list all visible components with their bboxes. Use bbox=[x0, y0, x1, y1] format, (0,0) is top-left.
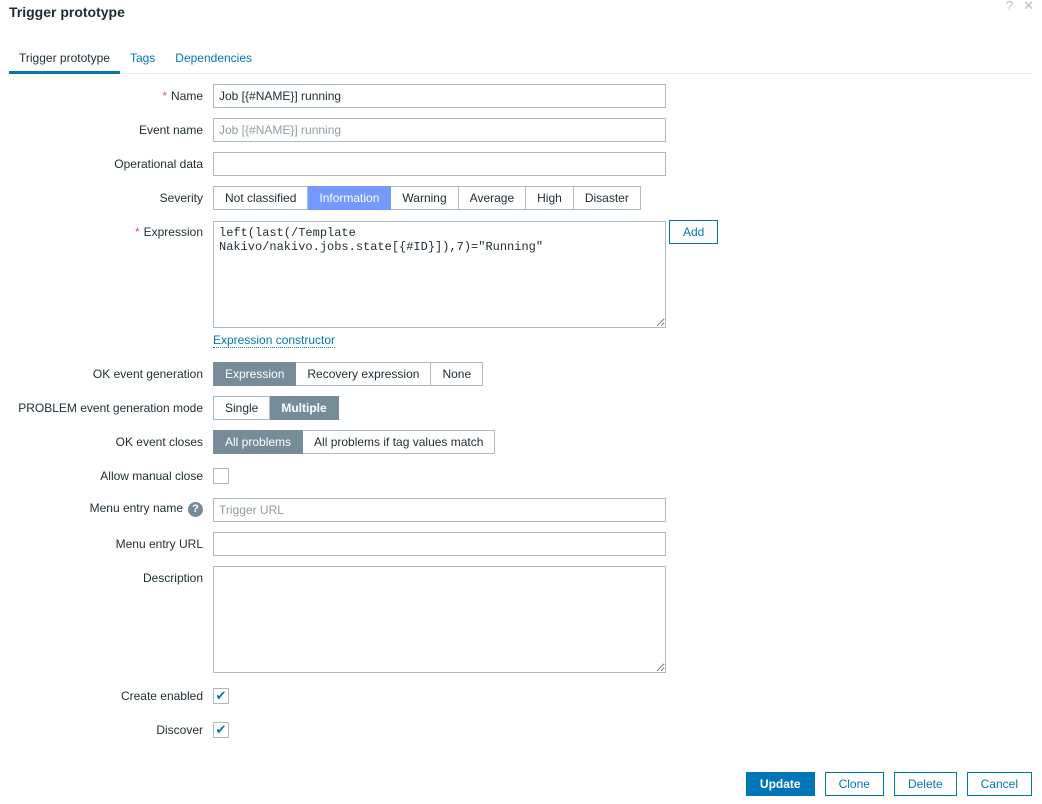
opdata-input[interactable] bbox=[213, 152, 666, 176]
tab-tags[interactable]: Tags bbox=[120, 44, 165, 74]
ok-gen-expression[interactable]: Expression bbox=[213, 362, 297, 386]
expression-label: Expression bbox=[143, 225, 203, 239]
help-icon[interactable]: ? bbox=[1006, 0, 1013, 14]
dialog-title: Trigger prototype bbox=[9, 4, 125, 20]
manual-close-label: Allow manual close bbox=[100, 469, 203, 483]
required-mark: * bbox=[134, 225, 140, 239]
name-label: Name bbox=[170, 89, 203, 103]
menu-entry-url-input[interactable] bbox=[213, 532, 666, 556]
required-mark: * bbox=[162, 89, 167, 103]
ok-gen-none[interactable]: None bbox=[431, 362, 484, 386]
severity-information[interactable]: Information bbox=[308, 186, 392, 210]
severity-selector: Not classified Information Warning Avera… bbox=[213, 186, 641, 210]
description-label: Description bbox=[142, 571, 203, 585]
menu-url-label: Menu entry URL bbox=[115, 537, 203, 551]
severity-average[interactable]: Average bbox=[458, 186, 527, 210]
problem-mode-single[interactable]: Single bbox=[213, 396, 271, 420]
ok-closes-selector: All problems All problems if tag values … bbox=[213, 430, 496, 454]
problem-mode-label: PROBLEM event generation mode bbox=[18, 401, 203, 415]
ok-gen-recovery-expression[interactable]: Recovery expression bbox=[296, 362, 432, 386]
menu-name-label: Menu entry name bbox=[89, 501, 183, 515]
ok-closes-label: OK event closes bbox=[115, 435, 203, 449]
create-enabled-label: Create enabled bbox=[120, 689, 203, 703]
create-enabled-checkbox[interactable]: ✔ bbox=[213, 688, 229, 704]
severity-high[interactable]: High bbox=[526, 186, 574, 210]
menu-entry-name-input[interactable] bbox=[213, 498, 666, 522]
event-name-label: Event name bbox=[138, 123, 203, 137]
name-input[interactable] bbox=[213, 84, 666, 108]
clone-button[interactable]: Clone bbox=[824, 772, 884, 796]
problem-mode-multiple[interactable]: Multiple bbox=[270, 396, 339, 420]
discover-label: Discover bbox=[156, 723, 203, 737]
tab-dependencies[interactable]: Dependencies bbox=[165, 44, 262, 74]
problem-mode-selector: Single Multiple bbox=[213, 396, 339, 420]
ok-closes-all-problems[interactable]: All problems bbox=[213, 430, 304, 454]
opdata-label: Operational data bbox=[114, 157, 203, 171]
severity-label: Severity bbox=[159, 191, 203, 205]
tab-bar: Trigger prototype Tags Dependencies bbox=[9, 44, 1032, 74]
close-icon[interactable]: ✕ bbox=[1023, 0, 1034, 14]
delete-button[interactable]: Delete bbox=[893, 772, 957, 796]
add-button[interactable]: Add bbox=[669, 220, 719, 244]
ok-closes-tag-match[interactable]: All problems if tag values match bbox=[303, 430, 496, 454]
ok-gen-label: OK event generation bbox=[92, 367, 203, 381]
expression-textarea[interactable]: left(last(/Template Nakivo/nakivo.jobs.s… bbox=[213, 221, 666, 328]
expression-constructor-link[interactable]: Expression constructor bbox=[213, 333, 336, 348]
description-textarea[interactable] bbox=[213, 566, 666, 673]
update-button[interactable]: Update bbox=[745, 772, 815, 796]
event-name-input[interactable] bbox=[213, 118, 666, 142]
manual-close-checkbox[interactable] bbox=[213, 468, 229, 484]
severity-warning[interactable]: Warning bbox=[391, 186, 459, 210]
tab-trigger-prototype[interactable]: Trigger prototype bbox=[9, 44, 120, 74]
cancel-button[interactable]: Cancel bbox=[966, 772, 1032, 796]
severity-disaster[interactable]: Disaster bbox=[573, 186, 641, 210]
ok-event-generation-selector: Expression Recovery expression None bbox=[213, 362, 484, 386]
discover-checkbox[interactable]: ✔ bbox=[213, 722, 229, 738]
help-icon[interactable]: ? bbox=[188, 502, 203, 517]
severity-not-classified[interactable]: Not classified bbox=[213, 186, 309, 210]
